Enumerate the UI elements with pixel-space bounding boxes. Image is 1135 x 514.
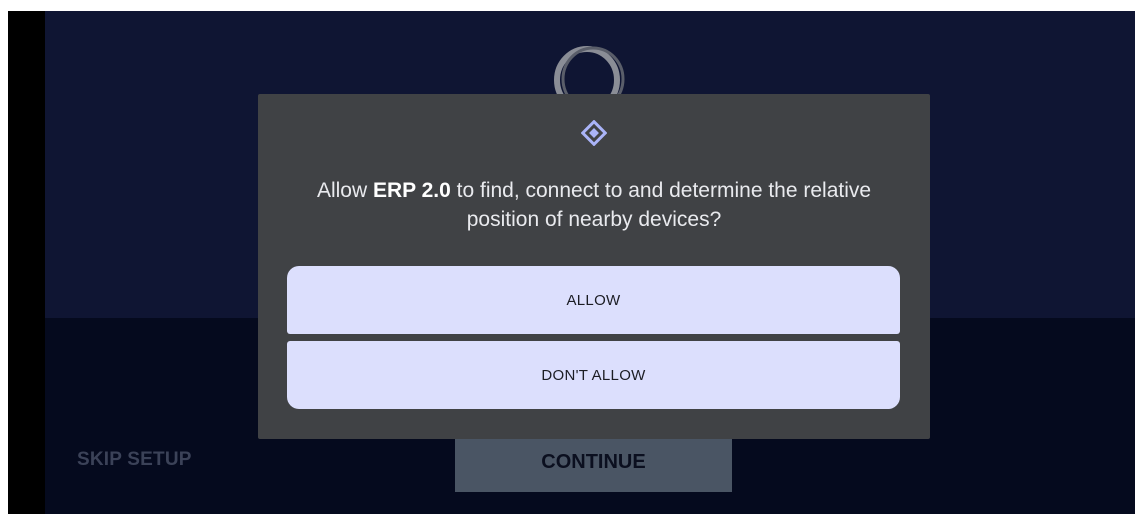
system-nav-strip bbox=[8, 11, 45, 514]
message-prefix: Allow bbox=[316, 179, 373, 202]
permission-message: Allow ERP 2.0 to find, connect to and de… bbox=[288, 176, 900, 234]
allow-button-label: ALLOW bbox=[566, 291, 621, 309]
app-name: ERP 2.0 bbox=[372, 179, 451, 202]
nearby-devices-diamond-icon bbox=[581, 120, 607, 146]
allow-button[interactable]: ALLOW bbox=[287, 266, 900, 334]
skip-setup-button[interactable]: SKIP SETUP bbox=[77, 449, 192, 471]
dont-allow-button[interactable]: DON'T ALLOW bbox=[287, 341, 900, 409]
continue-button[interactable]: CONTINUE bbox=[455, 432, 732, 492]
dont-allow-button-label: DON'T ALLOW bbox=[541, 366, 646, 384]
device-screen: SKIP SETUP CONTINUE Allow ERP 2.0 to fin… bbox=[8, 11, 1135, 514]
message-suffix: to find, connect to and determine the re… bbox=[450, 179, 872, 231]
permission-dialog: Allow ERP 2.0 to find, connect to and de… bbox=[258, 94, 930, 439]
